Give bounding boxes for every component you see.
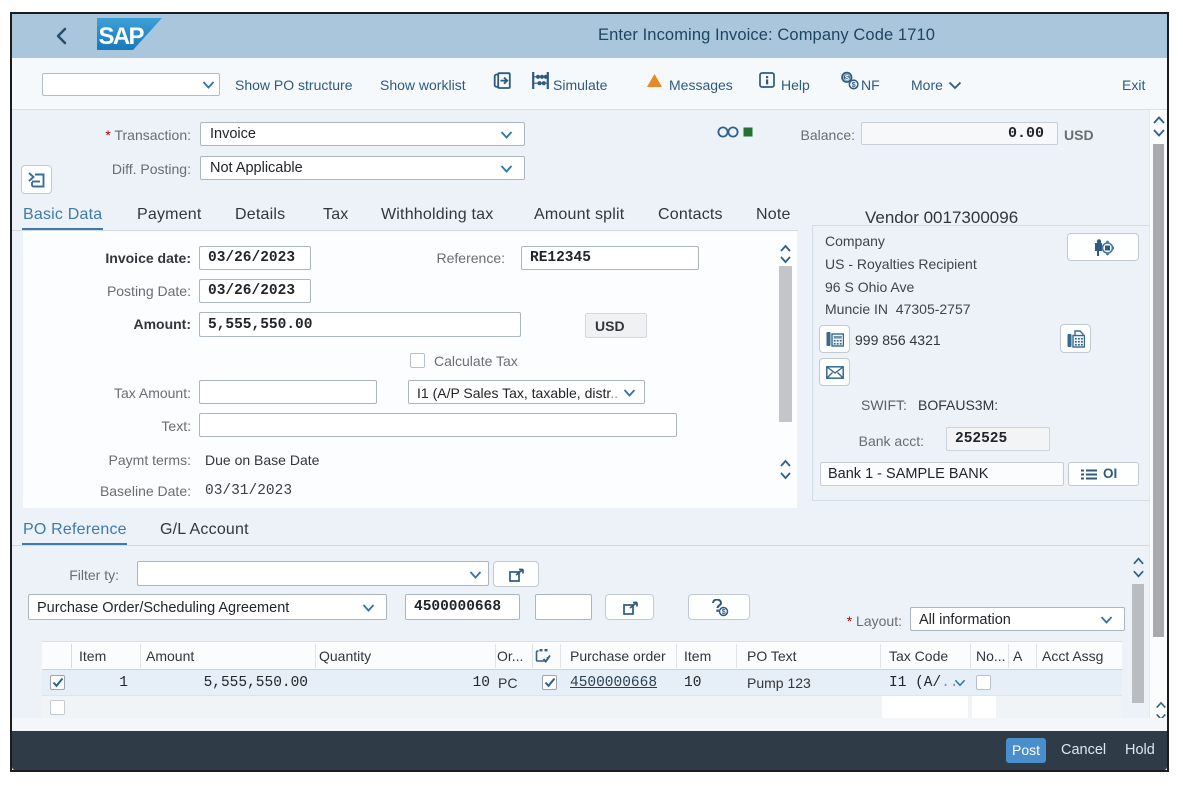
- svg-text:SAP: SAP: [99, 23, 145, 50]
- svg-text:$: $: [722, 609, 726, 616]
- svg-text:$: $: [852, 82, 856, 89]
